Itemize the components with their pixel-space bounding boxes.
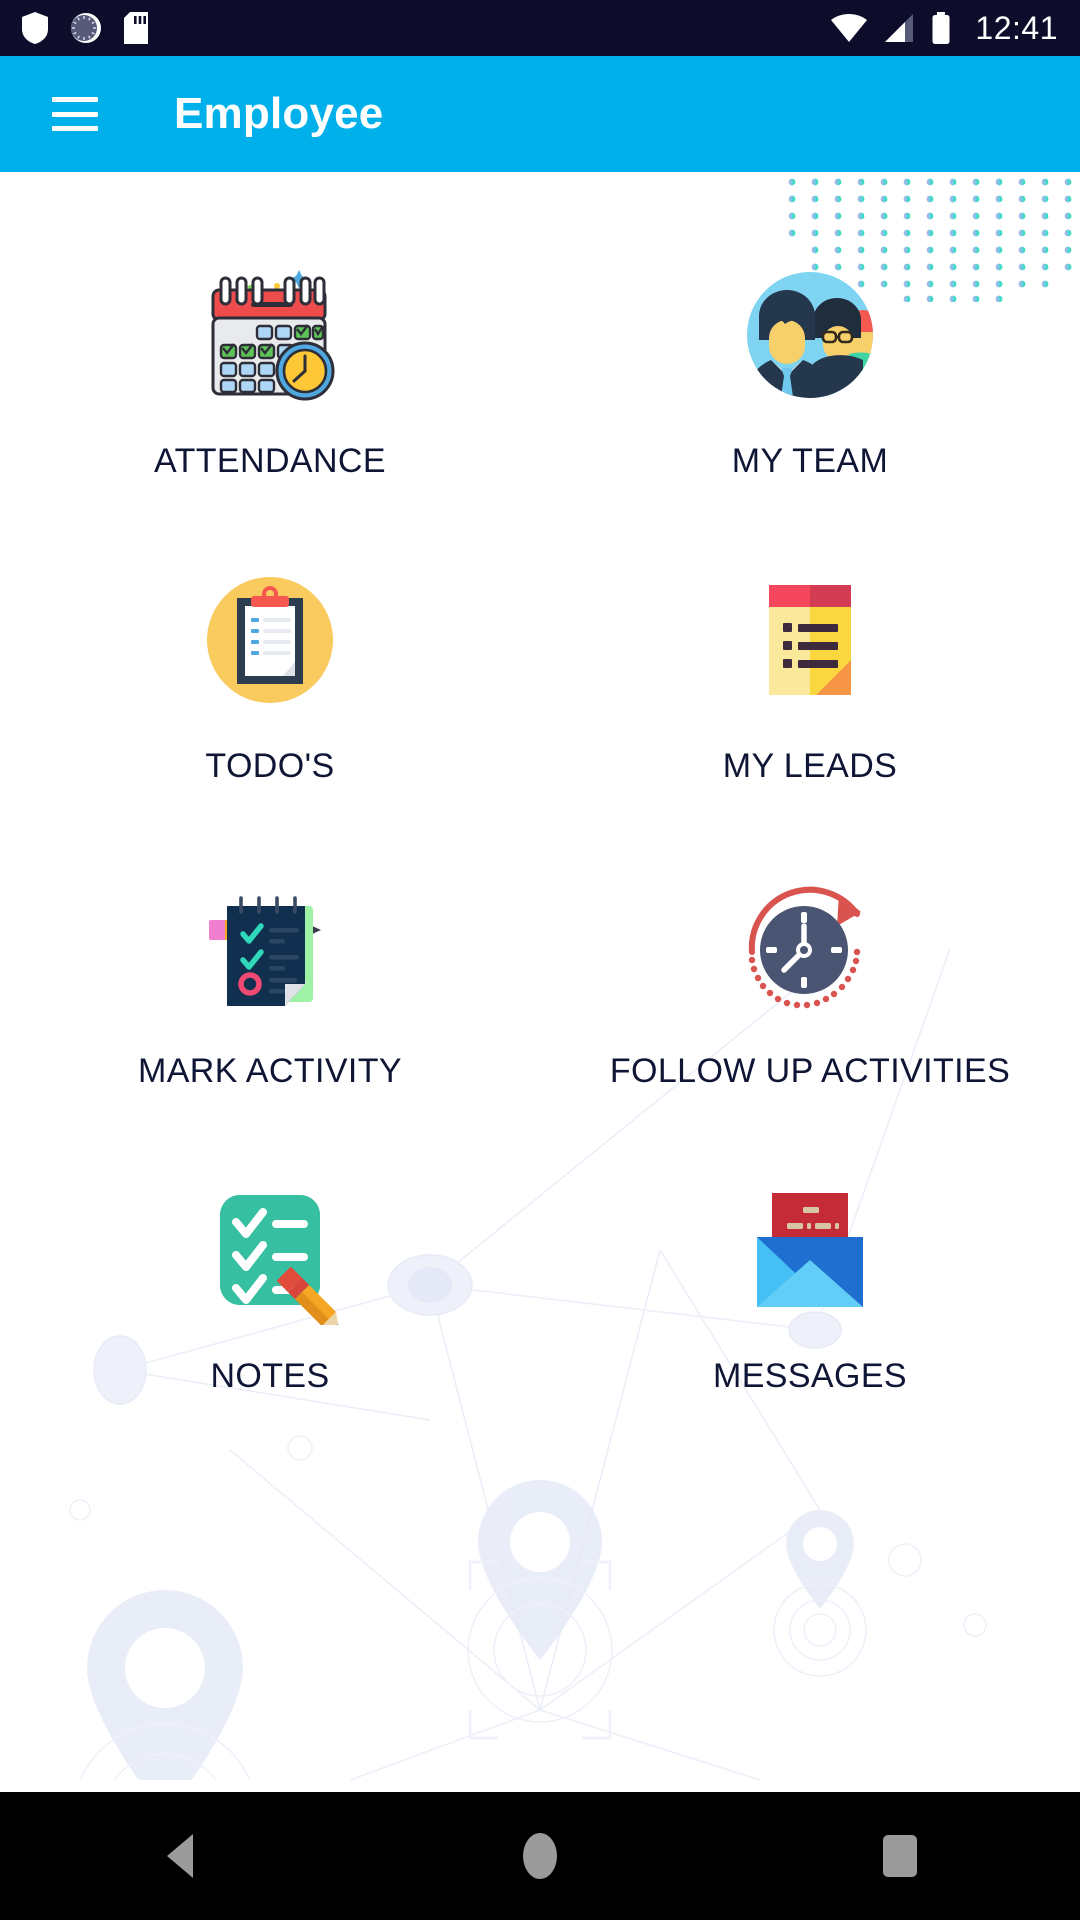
status-bar-left-icons	[22, 12, 148, 44]
tile-icon-wrapper	[195, 250, 345, 420]
nav-home-button[interactable]	[460, 1792, 620, 1920]
status-bar-right-icons: 12:41	[831, 10, 1058, 47]
menu-item-follow-up-activities[interactable]: FOLLOW UP ACTIVITIES	[540, 860, 1080, 1165]
menu-item-label: ATTENDANCE	[154, 442, 386, 480]
calendar-clock-icon	[211, 270, 335, 401]
status-bar: 12:41	[0, 0, 1080, 56]
notebook-pencil-icon	[209, 896, 321, 1006]
hamburger-menu-icon[interactable]	[52, 97, 98, 131]
app-bar: Employee	[0, 56, 1080, 172]
envelope-letter-icon	[757, 1193, 863, 1307]
menu-item-notes[interactable]: NOTES	[0, 1165, 540, 1470]
shield-icon	[22, 12, 48, 44]
menu-item-messages[interactable]: MESSAGES	[540, 1165, 1080, 1470]
sd-card-icon	[124, 12, 148, 44]
circle-home-icon	[523, 1833, 557, 1879]
tile-icon-wrapper	[195, 860, 345, 1030]
battery-icon	[932, 12, 950, 44]
menu-item-label: MESSAGES	[712, 1357, 908, 1395]
tile-icon-wrapper	[735, 555, 885, 725]
tile-icon-wrapper	[735, 1165, 885, 1335]
menu-item-label: MARK ACTIVITY	[137, 1052, 403, 1090]
tile-icon-wrapper	[195, 1165, 345, 1335]
checklist-pencil-icon	[220, 1195, 339, 1325]
sync-spinner-icon	[71, 13, 101, 43]
menu-item-label: TODO'S	[205, 747, 335, 785]
clipboard-icon	[207, 577, 333, 703]
square-recents-icon	[883, 1835, 917, 1877]
menu-item-label: MY TEAM	[731, 442, 889, 480]
clock-arrow-icon	[748, 886, 861, 1009]
wifi-icon	[831, 14, 868, 42]
menu-item-my-leads[interactable]: MY LEADS	[540, 555, 1080, 860]
page-title: Employee	[174, 89, 384, 138]
menu-item-label: FOLLOW UP ACTIVITIES	[609, 1052, 1011, 1090]
menu-item-label: NOTES	[210, 1357, 330, 1395]
nav-recents-button[interactable]	[820, 1792, 980, 1920]
nav-back-button[interactable]	[100, 1792, 260, 1920]
status-bar-clock: 12:41	[975, 9, 1058, 46]
triangle-back-icon	[167, 1834, 193, 1878]
tile-icon-wrapper	[735, 250, 885, 420]
app-screen: 12:41 Employee ATTENDANCE MY TEAM TODO'S…	[0, 0, 1080, 1920]
menu-item-my-team[interactable]: MY TEAM	[540, 250, 1080, 555]
menu-item-label: MY LEADS	[722, 747, 898, 785]
android-navigation-bar	[0, 1792, 1080, 1920]
tile-icon-wrapper	[735, 860, 885, 1030]
menu-item-todos[interactable]: TODO'S	[0, 555, 540, 860]
menu-item-attendance[interactable]: ATTENDANCE	[0, 250, 540, 555]
notepad-list-icon	[769, 585, 851, 695]
team-people-icon	[747, 272, 873, 398]
tile-icon-wrapper	[195, 555, 345, 725]
menu-grid: ATTENDANCE MY TEAM TODO'S MY LEADS MARK …	[0, 172, 1080, 1792]
menu-item-mark-activity[interactable]: MARK ACTIVITY	[0, 860, 540, 1165]
cellular-signal-icon	[885, 14, 914, 42]
